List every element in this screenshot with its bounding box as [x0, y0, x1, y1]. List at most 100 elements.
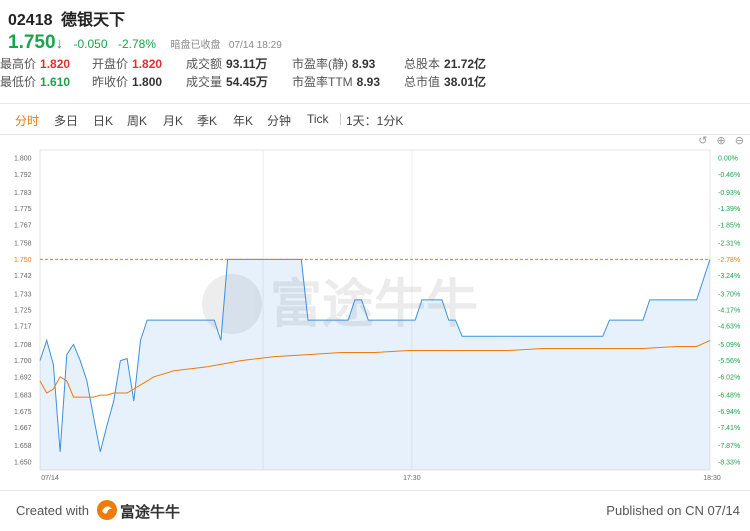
- logo-text: 富途牛牛: [120, 504, 181, 521]
- status-datetime: 07/14 18:29: [228, 40, 282, 51]
- y-tick-label: 1.692: [14, 374, 32, 381]
- price-row: 1.750↓ -0.050 -2.78% 暗盘已收盘 07/14 18:29: [8, 32, 282, 54]
- price-change-pct: -2.78%: [117, 37, 157, 51]
- y-tick-label-right: -2.78%: [718, 257, 740, 264]
- quote-label: 市盈率TTM: [292, 75, 353, 89]
- down-arrow-icon: ↓: [55, 35, 64, 52]
- tab-item[interactable]: 季K: [197, 112, 217, 129]
- y-tick-label: 1.767: [14, 222, 32, 229]
- tab-item[interactable]: Tick: [307, 112, 329, 126]
- tab-item[interactable]: 周K: [127, 112, 147, 129]
- quote-item: 开盘价 1.820: [92, 55, 162, 72]
- quote-label: 成交量: [186, 75, 223, 89]
- market-status: 暗盘已收盘: [170, 40, 221, 51]
- created-with-label: Created with: [16, 503, 89, 518]
- tab-item[interactable]: 分钟: [267, 112, 291, 129]
- y-tick-label-right: -6.48%: [718, 393, 740, 400]
- quote-label: 昨收价: [92, 75, 129, 89]
- y-tick-label-right: -4.17%: [718, 308, 740, 315]
- y-tick-label: 1.708: [14, 342, 32, 349]
- quote-label: 市盈率(静): [292, 57, 348, 71]
- intraday-chart[interactable]: 1.800 0.00% 1.792 -0.46% 1.783 -0.93% 1.775 -1.…: [0, 144, 750, 484]
- quote-value: 21.72亿: [444, 57, 487, 71]
- y-tick-label-right: -4.63%: [718, 324, 740, 331]
- y-tick-label: 1.758: [14, 241, 32, 248]
- quote-item: 成交量 54.45万: [186, 73, 268, 90]
- footer: Created with 富途牛牛 Published on CN 07/14: [0, 490, 750, 531]
- y-tick-label: 1.742: [14, 273, 32, 280]
- quote-value: 1.800: [132, 75, 163, 89]
- quote-item: 最低价 1.610: [0, 73, 70, 90]
- y-tick-label: 1.783: [14, 190, 32, 197]
- quote-header: 02418 德银天下 1.750↓ -0.050 -2.78% 暗盘已收盘 07…: [8, 6, 743, 53]
- y-tick-label: 1.717: [14, 324, 32, 331]
- quote-value: 93.11万: [226, 57, 268, 71]
- y-tick-label: 1.675: [14, 409, 32, 416]
- quote-item: 昨收价 1.800: [92, 73, 162, 90]
- quote-item: 市盈率TTM 8.93: [292, 73, 380, 90]
- tab-item[interactable]: 日K: [93, 112, 113, 129]
- futu-logo-icon: [97, 500, 117, 520]
- quote-item: 市盈率(静) 8.93: [292, 55, 375, 72]
- y-tick-label-right: -3.24%: [718, 273, 740, 280]
- x-tick-label: 18:30: [703, 475, 721, 482]
- quote-item: 成交额 93.11万: [186, 55, 267, 72]
- x-tick-label: 17:30: [403, 475, 421, 482]
- y-tick-label: 1.658: [14, 443, 32, 450]
- stock-title: 02418 德银天下: [8, 6, 743, 29]
- price-change: -0.050: [73, 37, 108, 51]
- quote-value: 1.820: [132, 57, 163, 71]
- quote-label: 总市值: [404, 75, 441, 89]
- y-tick-label-right: -0.93%: [718, 190, 740, 197]
- y-tick-label-right: -7.87%: [718, 443, 740, 450]
- y-tick-label: 1.775: [14, 206, 32, 213]
- y-tick-label-right: -3.70%: [718, 291, 740, 298]
- y-tick-label-right: -6.02%: [718, 374, 740, 381]
- quote-label: 最高价: [0, 57, 37, 71]
- quote-value: 8.93: [356, 75, 381, 89]
- y-tick-label-right: -2.31%: [718, 241, 740, 248]
- tab-item[interactable]: 月K: [163, 112, 183, 129]
- quote-value: 1.820: [40, 57, 71, 71]
- y-tick-label: 1.750: [14, 257, 32, 264]
- quote-value: 8.93: [352, 57, 376, 71]
- tab-item[interactable]: 1天：1分K: [346, 112, 403, 129]
- chart-tab-bar: 分时 多日 日K 周K 月K 季K 年K 分钟 Tick 1天：1分K: [0, 103, 750, 135]
- y-tick-label: 1.792: [14, 172, 32, 179]
- y-tick-label-right: -0.46%: [718, 172, 740, 179]
- y-tick-label-right: -5.09%: [718, 342, 740, 349]
- tab-item[interactable]: 分时: [15, 112, 39, 129]
- quote-value: 54.45万: [226, 75, 269, 89]
- quote-label: 总股本: [404, 57, 441, 71]
- stock-code: 02418: [8, 12, 53, 29]
- y-tick-label: 1.683: [14, 393, 32, 400]
- y-tick-label: 1.667: [14, 425, 32, 432]
- y-tick-label-right: -1.39%: [718, 206, 740, 213]
- published-label: Published on CN 07/14: [606, 503, 740, 518]
- quote-item: 最高价 1.820: [0, 55, 70, 72]
- quote-item: 总股本 21.72亿: [404, 55, 486, 72]
- quote-label: 最低价: [0, 75, 37, 89]
- x-tick-label: 07/14: [41, 475, 59, 482]
- y-tick-label: 1.733: [14, 291, 32, 298]
- stock-name: 德银天下: [60, 12, 125, 29]
- y-tick-label-right: -6.94%: [718, 409, 740, 416]
- y-tick-label: 1.800: [14, 156, 32, 163]
- quote-item: 总市值 38.01亿: [404, 73, 486, 90]
- tab-item[interactable]: 年K: [233, 112, 253, 129]
- quote-label: 开盘价: [92, 57, 129, 71]
- tab-item[interactable]: 多日: [54, 112, 78, 129]
- y-tick-label-right: -8.33%: [718, 459, 740, 466]
- quote-label: 成交额: [186, 57, 223, 71]
- y-tick-label-right: -7.41%: [718, 425, 740, 432]
- y-tick-label-right: -5.56%: [718, 358, 740, 365]
- y-tick-label-right: -1.85%: [718, 222, 740, 229]
- y-tick-label-right: 0.00%: [718, 156, 738, 163]
- quote-value: 1.610: [40, 75, 71, 89]
- y-tick-label: 1.725: [14, 308, 32, 315]
- quote-value: 38.01亿: [444, 75, 487, 89]
- y-tick-label: 1.700: [14, 358, 32, 365]
- tab-divider: [340, 113, 341, 125]
- y-tick-label: 1.650: [14, 459, 32, 466]
- last-price: 1.750: [8, 32, 56, 53]
